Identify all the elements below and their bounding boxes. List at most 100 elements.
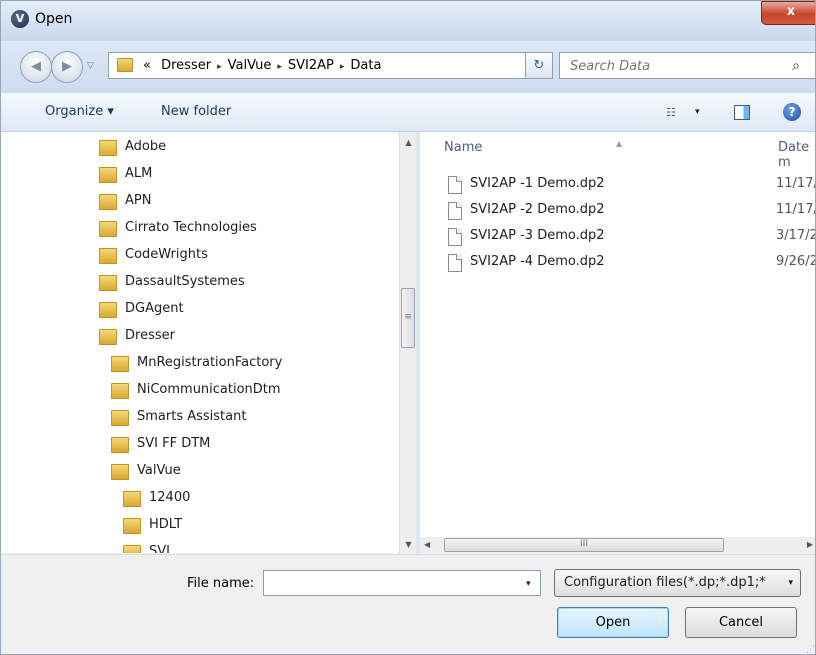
tree-scrollbar[interactable]: ▲ ≡ ▼ <box>399 132 417 553</box>
tree-item-label: Adobe <box>125 139 167 154</box>
tree-item-label: MnRegistrationFactory <box>137 355 283 370</box>
document-icon <box>448 202 462 220</box>
preview-pane-icon[interactable] <box>734 105 750 120</box>
file-type-dropdown-icon: ▾ <box>788 578 793 588</box>
title-bar[interactable]: V Open x <box>1 1 815 41</box>
column-name-label: Name <box>444 140 483 155</box>
help-icon[interactable]: ? <box>783 103 801 121</box>
open-dialog: V Open x ◀ ▶ ▽ « Dresser ▸ ValVue ▸ SVI2AP ▸ D… <box>0 0 816 655</box>
file-name: SVI2AP -1 Demo.dp2 <box>470 176 605 191</box>
search-box[interactable]: ⌕ <box>559 52 815 79</box>
navigation-bar: ◀ ▶ ▽ « Dresser▸ValVue▸SVI2AP▸Data ▾ ↻ ⌕ <box>1 41 815 94</box>
back-arrow-icon: ◀ <box>31 59 41 74</box>
breadcrumb-svi2ap[interactable]: SVI2AP <box>288 58 334 73</box>
refresh-button[interactable]: ↻ <box>526 52 553 79</box>
folder-icon <box>99 275 117 291</box>
folder-icon <box>99 194 117 210</box>
forward-button[interactable]: ▶ <box>51 51 83 83</box>
column-header-date[interactable]: Date m <box>778 140 815 172</box>
tree-item-label: Dresser <box>125 328 175 343</box>
search-icon[interactable]: ⌕ <box>792 58 800 74</box>
tree-item-label: SVI <box>149 544 170 553</box>
forward-arrow-icon: ▶ <box>62 59 72 74</box>
folder-icon <box>111 410 129 426</box>
cancel-button[interactable]: Cancel <box>685 607 797 638</box>
file-name-label: File name: <box>187 576 255 591</box>
new-folder-button[interactable]: New folder <box>161 104 231 119</box>
tree-item-label: DassaultSystemes <box>125 274 245 289</box>
folder-icon <box>99 140 117 156</box>
folder-icon <box>99 302 117 318</box>
file-list: Name ▲ Date m SVI2AP -1 Demo.dp2 11/17/ … <box>420 132 816 537</box>
dialog-footer: File name: ▾ Configuration files(*.dp;*.… <box>1 554 815 654</box>
breadcrumb-separator[interactable]: ▸ <box>271 62 288 72</box>
dialog-title: Open <box>35 11 73 27</box>
scroll-right-icon[interactable]: ▶ <box>807 537 813 553</box>
tree-item-label: 12400 <box>149 490 191 505</box>
file-name: SVI2AP -2 Demo.dp2 <box>470 202 605 217</box>
folder-icon <box>123 545 141 553</box>
organize-button[interactable]: Organize ▾ <box>45 104 114 119</box>
breadcrumb-valvue[interactable]: ValVue <box>228 58 272 73</box>
app-logo-icon: V <box>11 10 29 28</box>
folder-icon <box>99 167 117 183</box>
close-button[interactable]: x <box>761 1 815 25</box>
sort-ascending-icon: ▲ <box>616 139 623 148</box>
change-view-icon[interactable]: ☷ <box>666 106 676 119</box>
breadcrumb-overflow[interactable]: « <box>143 58 151 73</box>
address-bar[interactable]: « Dresser▸ValVue▸SVI2AP▸Data ▾ <box>108 52 611 79</box>
file-name: SVI2AP -3 Demo.dp2 <box>470 228 605 243</box>
file-date: 11/17/ <box>776 202 816 217</box>
scroll-up-icon[interactable]: ▲ <box>400 134 417 151</box>
scroll-left-icon[interactable]: ◀ <box>424 537 430 553</box>
file-name: SVI2AP -4 Demo.dp2 <box>470 254 605 269</box>
folder-icon <box>123 518 141 534</box>
breadcrumb-dresser[interactable]: Dresser <box>155 58 211 73</box>
tree-item-label: CodeWrights <box>125 247 208 262</box>
folder-icon <box>111 383 129 399</box>
file-name-dropdown-icon[interactable]: ▾ <box>526 579 531 589</box>
hscroll-thumb[interactable]: III <box>444 538 724 552</box>
breadcrumb-separator[interactable]: ▸ <box>334 62 351 72</box>
back-button[interactable]: ◀ <box>20 51 52 83</box>
breadcrumb-data[interactable]: Data <box>350 58 381 73</box>
search-input[interactable] <box>568 57 782 76</box>
folder-icon <box>117 58 133 72</box>
folder-icon <box>99 329 117 345</box>
views-dropdown[interactable]: ▾ <box>695 107 700 117</box>
scroll-down-icon[interactable]: ▼ <box>400 536 417 553</box>
tree-item-label: Cirrato Technologies <box>125 220 257 235</box>
file-name-input[interactable] <box>268 575 522 593</box>
file-date: 3/17/2 <box>776 228 816 243</box>
tree-item-label: NiCommunicationDtm <box>137 382 281 397</box>
recent-locations-dropdown[interactable]: ▽ <box>87 61 94 71</box>
file-type-value: Configuration files(*.dp;*.dp1;* <box>564 575 766 590</box>
tree-item-label: ALM <box>125 166 153 181</box>
tree-item-label: ValVue <box>137 463 181 478</box>
file-date: 9/26/2 <box>776 254 816 269</box>
folder-icon <box>99 221 117 237</box>
file-list-hscrollbar[interactable]: ◀ III ▶ <box>420 537 815 553</box>
file-name-combobox[interactable]: ▾ <box>263 570 541 596</box>
document-icon <box>448 254 462 272</box>
folder-icon <box>99 248 117 264</box>
refresh-icon: ↻ <box>533 58 545 73</box>
document-icon <box>448 176 462 194</box>
open-button[interactable]: Open <box>557 607 669 638</box>
folder-icon <box>111 437 129 453</box>
folder-tree: Adobe ALM APN Cirrato Technologies CodeW… <box>1 132 399 553</box>
tree-item-label: Smarts Assistant <box>137 409 247 424</box>
tree-item-label: HDLT <box>149 517 183 532</box>
breadcrumb-separator[interactable]: ▸ <box>211 62 228 72</box>
file-type-select[interactable]: Configuration files(*.dp;*.dp1;* ▾ <box>554 569 801 597</box>
tree-item-label: SVI FF DTM <box>137 436 211 451</box>
document-icon <box>448 228 462 246</box>
folder-icon <box>123 491 141 507</box>
file-date: 11/17/ <box>776 176 816 191</box>
folder-icon <box>111 356 129 372</box>
resize-grip-icon[interactable]: ⋰ <box>806 645 815 654</box>
tree-item-label: APN <box>125 193 152 208</box>
scroll-thumb[interactable]: ≡ <box>401 288 415 348</box>
column-header-name[interactable]: Name ▲ <box>444 139 744 172</box>
command-toolbar: Organize ▾ New folder ☷ ▾ ? <box>1 93 815 132</box>
